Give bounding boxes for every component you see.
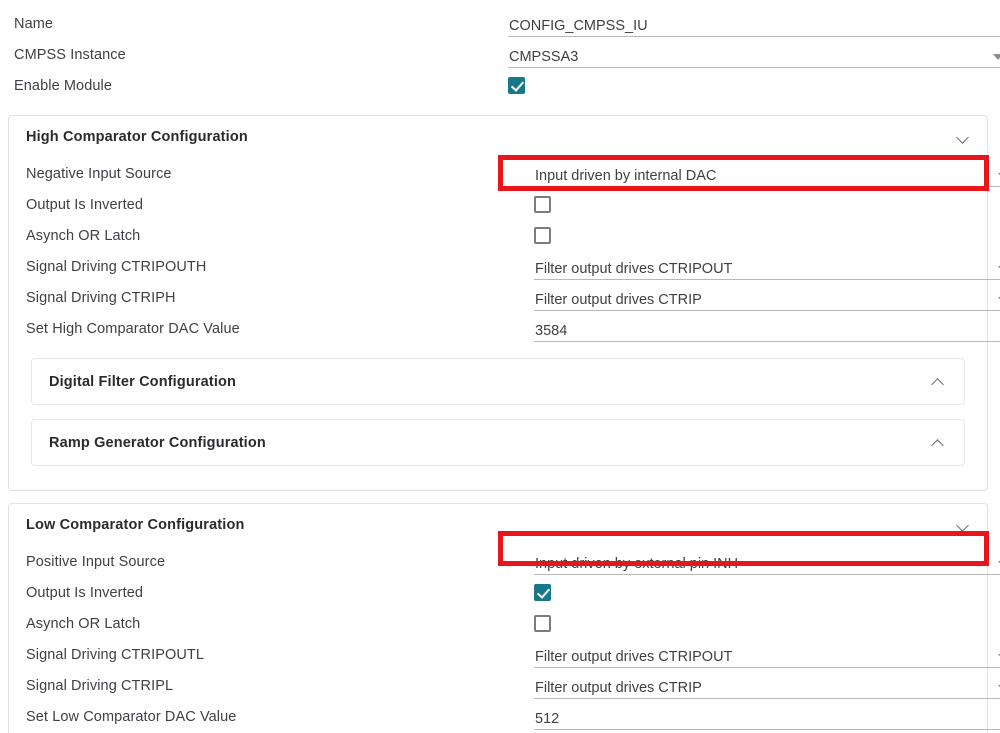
chevron-up-icon[interactable] [933, 437, 944, 448]
field-row-negative-input-source: Negative Input Source Input driven by in… [26, 158, 1000, 189]
field-row-asynch-or-latch-low: Asynch OR Latch [26, 608, 987, 639]
chevron-down-icon[interactable] [958, 519, 969, 530]
control-positive-input-source: Input driven by external pin INH [534, 546, 1000, 577]
control-signal-driving-ctripouth: Filter output drives CTRIPOUT [534, 251, 1000, 282]
field-row-enable-module: Enable Module [14, 70, 1000, 101]
label-output-is-inverted-low: Output Is Inverted [26, 584, 144, 601]
label-negative-input-source: Negative Input Source [26, 165, 172, 182]
signal-driving-ctripl-value: Filter output drives CTRIP [535, 679, 702, 696]
label-signal-driving-ctripouth: Signal Driving CTRIPOUTH [26, 258, 207, 275]
negative-input-source-value: Input driven by internal DAC [535, 167, 717, 184]
label-output-is-inverted-high: Output Is Inverted [26, 196, 144, 213]
high-comparator-body: Negative Input Source Input driven by in… [9, 158, 1000, 490]
enable-module-checkbox[interactable] [508, 77, 525, 94]
cmpss-instance-dropdown[interactable]: CMPSSA3 [508, 42, 1000, 68]
control-negative-input-source: Input driven by internal DAC [534, 158, 1000, 189]
negative-input-source-dropdown[interactable]: Input driven by internal DAC [534, 161, 1000, 187]
digital-filter-configuration-title: Digital Filter Configuration [49, 373, 237, 390]
low-comparator-body: Positive Input Source Input driven by ex… [9, 546, 1000, 733]
control-asynch-or-latch-high [534, 220, 551, 251]
set-high-comparator-dac-value: 3584 [535, 322, 568, 339]
high-comparator-header[interactable]: High Comparator Configuration [9, 116, 987, 158]
ramp-generator-configuration-header[interactable]: Ramp Generator Configuration [32, 420, 964, 465]
signal-driving-ctripouth-dropdown[interactable]: Filter output drives CTRIPOUT [534, 254, 1000, 280]
control-output-is-inverted-low [534, 577, 551, 608]
asynch-or-latch-low-checkbox[interactable] [534, 615, 551, 632]
field-row-set-low-comparator-dac-value: Set Low Comparator DAC Value 512 [26, 701, 1000, 732]
signal-driving-ctripouth-value: Filter output drives CTRIPOUT [535, 260, 733, 277]
label-set-high-comparator-dac-value: Set High Comparator DAC Value [26, 320, 240, 337]
label-cmpss-instance: CMPSS Instance [14, 46, 126, 63]
chevron-down-icon[interactable] [958, 131, 969, 142]
label-signal-driving-ctripl: Signal Driving CTRIPL [26, 677, 174, 694]
field-row-signal-driving-ctripoutl: Signal Driving CTRIPOUTL Filter output d… [26, 639, 1000, 670]
signal-driving-ctriph-value: Filter output drives CTRIP [535, 291, 702, 308]
field-row-output-is-inverted-high: Output Is Inverted [26, 189, 987, 220]
label-positive-input-source: Positive Input Source [26, 553, 166, 570]
signal-driving-ctripoutl-value: Filter output drives CTRIPOUT [535, 648, 733, 665]
name-input[interactable]: CONFIG_CMPSS_IU [508, 11, 1000, 37]
output-is-inverted-low-checkbox[interactable] [534, 584, 551, 601]
control-signal-driving-ctripoutl: Filter output drives CTRIPOUT [534, 639, 1000, 670]
control-cmpss-instance: CMPSSA3 [508, 39, 1000, 70]
low-comparator-panel: Low Comparator Configuration Positive In… [8, 503, 1000, 733]
ramp-generator-configuration-panel[interactable]: Ramp Generator Configuration [31, 419, 965, 466]
field-row-output-is-inverted-low: Output Is Inverted [26, 577, 987, 608]
signal-driving-ctripoutl-dropdown[interactable]: Filter output drives CTRIPOUT [534, 642, 1000, 668]
field-row-asynch-or-latch-high: Asynch OR Latch [26, 220, 987, 251]
low-comparator-header[interactable]: Low Comparator Configuration [9, 504, 987, 546]
ramp-generator-configuration-title: Ramp Generator Configuration [49, 434, 266, 451]
label-set-low-comparator-dac-value: Set Low Comparator DAC Value [26, 708, 237, 725]
cmpss-instance-value: CMPSSA3 [509, 48, 579, 65]
digital-filter-configuration-header[interactable]: Digital Filter Configuration [32, 359, 964, 404]
control-set-low-comparator-dac-value: 512 [534, 701, 1000, 732]
label-asynch-or-latch-low: Asynch OR Latch [26, 615, 141, 632]
general-settings-section: Name CONFIG_CMPSS_IU CMPSS Instance CMPS… [0, 0, 1000, 101]
control-output-is-inverted-high [534, 189, 551, 220]
label-asynch-or-latch-high: Asynch OR Latch [26, 227, 141, 244]
chevron-up-icon[interactable] [933, 376, 944, 387]
chevron-down-icon[interactable] [993, 53, 1000, 60]
set-high-comparator-dac-value-input[interactable]: 3584 [534, 316, 1000, 342]
field-row-set-high-comparator-dac-value: Set High Comparator DAC Value 3584 [26, 313, 1000, 344]
asynch-or-latch-high-checkbox[interactable] [534, 227, 551, 244]
control-set-high-comparator-dac-value: 3584 [534, 313, 1000, 344]
digital-filter-configuration-panel[interactable]: Digital Filter Configuration [31, 358, 965, 405]
high-comparator-panel: High Comparator Configuration Negative I… [8, 115, 1000, 491]
field-row-name: Name CONFIG_CMPSS_IU [14, 8, 1000, 39]
control-asynch-or-latch-low [534, 608, 551, 639]
label-signal-driving-ctriph: Signal Driving CTRIPH [26, 289, 176, 306]
control-enable-module [508, 70, 525, 101]
control-name: CONFIG_CMPSS_IU [508, 8, 1000, 39]
set-low-comparator-dac-value-input[interactable]: 512 [534, 704, 1000, 730]
set-low-comparator-dac-value: 512 [535, 710, 560, 727]
name-input-value: CONFIG_CMPSS_IU [509, 17, 648, 34]
field-row-signal-driving-ctriph: Signal Driving CTRIPH Filter output driv… [26, 282, 1000, 313]
output-is-inverted-high-checkbox[interactable] [534, 196, 551, 213]
field-row-signal-driving-ctripouth: Signal Driving CTRIPOUTH Filter output d… [26, 251, 1000, 282]
field-row-signal-driving-ctripl: Signal Driving CTRIPL Filter output driv… [26, 670, 1000, 701]
label-enable-module: Enable Module [14, 77, 113, 94]
positive-input-source-dropdown[interactable]: Input driven by external pin INH [534, 549, 1000, 575]
signal-driving-ctriph-dropdown[interactable]: Filter output drives CTRIP [534, 285, 1000, 311]
label-name: Name [14, 15, 54, 32]
field-row-cmpss-instance: CMPSS Instance CMPSSA3 [14, 39, 1000, 70]
positive-input-source-value: Input driven by external pin INH [535, 555, 739, 572]
label-signal-driving-ctripoutl: Signal Driving CTRIPOUTL [26, 646, 205, 663]
cmpss-configuration-page: Name CONFIG_CMPSS_IU CMPSS Instance CMPS… [0, 0, 1000, 733]
signal-driving-ctripl-dropdown[interactable]: Filter output drives CTRIP [534, 673, 1000, 699]
control-signal-driving-ctriph: Filter output drives CTRIP [534, 282, 1000, 313]
low-comparator-title: Low Comparator Configuration [26, 517, 245, 533]
control-signal-driving-ctripl: Filter output drives CTRIP [534, 670, 1000, 701]
field-row-positive-input-source: Positive Input Source Input driven by ex… [26, 546, 1000, 577]
high-comparator-title: High Comparator Configuration [26, 129, 248, 145]
